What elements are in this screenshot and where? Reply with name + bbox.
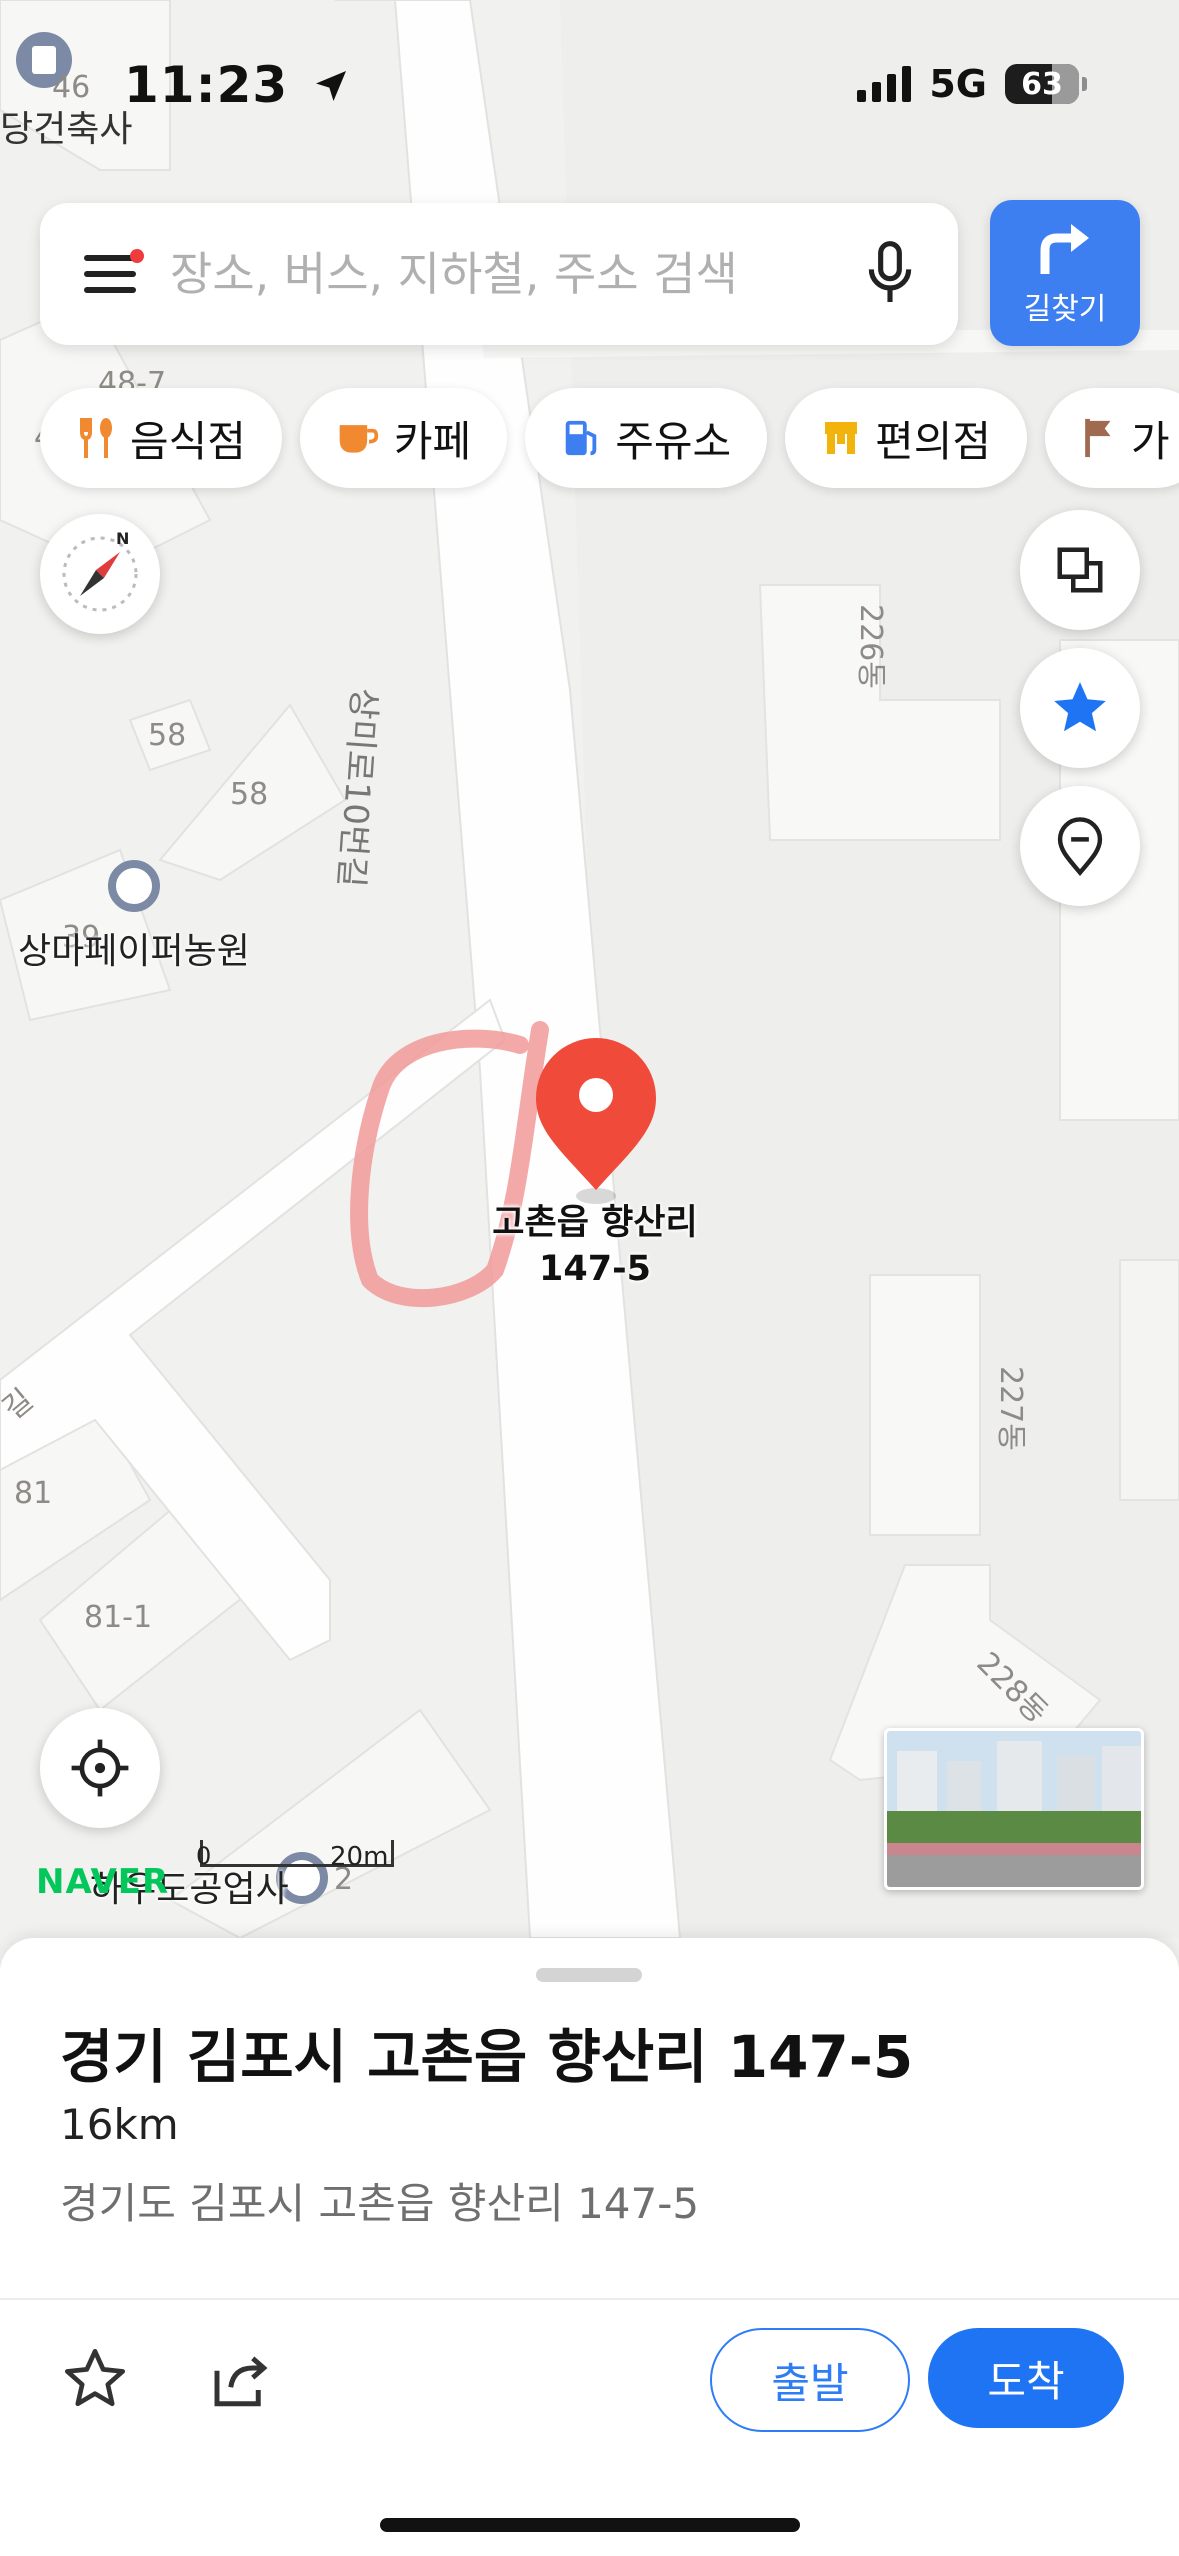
building-number: 226동 — [853, 604, 888, 689]
building-label: 당건축사 — [0, 109, 133, 150]
lot-number: 58 — [230, 777, 269, 812]
divider — [0, 2298, 1179, 2300]
lot-number: 81-1 — [84, 1600, 153, 1635]
current-location-button[interactable] — [40, 1708, 160, 1828]
chip-label: 카페 — [393, 416, 472, 466]
place-distance: 16km — [60, 2100, 179, 2149]
chip-label: 가 — [1131, 416, 1170, 466]
poi-label-farm[interactable]: 상마페이퍼농원 — [18, 922, 250, 974]
location-arrow-icon — [315, 71, 346, 101]
pin-label-line2: 147-5 — [539, 1249, 651, 1289]
compass-icon: N — [62, 529, 138, 612]
building-227 — [869, 1274, 981, 1536]
battery-icon: 63 — [1005, 64, 1087, 104]
battery-level: 63 — [1021, 66, 1063, 102]
share-button[interactable] — [206, 2346, 272, 2416]
place-address: 경기도 김포시 고촌읍 향산리 147-5 — [60, 2179, 700, 2228]
start-button[interactable]: 출발 — [710, 2328, 910, 2432]
place-marker-button[interactable] — [1020, 786, 1140, 906]
flag-icon — [1081, 417, 1117, 459]
sheet-drag-handle[interactable] — [536, 1968, 642, 1982]
directions-label: 길찾기 — [1023, 292, 1107, 327]
poi-marker-farm[interactable] — [108, 860, 160, 912]
star-icon — [1054, 682, 1106, 732]
place-title: 경기 김포시 고촌읍 향산리 147-5 — [60, 2023, 914, 2091]
arrive-button[interactable]: 도착 — [928, 2328, 1124, 2428]
favorites-button[interactable] — [1020, 648, 1140, 768]
search-input[interactable] — [168, 246, 812, 302]
location-pin-minus-icon — [1057, 817, 1103, 877]
signal-icon — [857, 66, 912, 102]
street-view-thumbnail[interactable] — [884, 1728, 1144, 1890]
store-icon — [821, 418, 861, 458]
save-star-button[interactable] — [60, 2344, 130, 2418]
scale-zero-label: 0 — [196, 1842, 212, 1870]
home-indicator[interactable] — [380, 2518, 800, 2532]
lot-number: 81 — [14, 1476, 53, 1511]
chip-label: 음식점 — [130, 416, 246, 466]
lot-number: 46 — [52, 70, 91, 105]
compass-button[interactable]: N — [40, 514, 160, 634]
star-outline-icon — [64, 2348, 126, 2407]
svg-text:N: N — [116, 529, 129, 548]
turn-right-arrow-icon — [1040, 224, 1089, 274]
share-icon — [214, 2356, 268, 2407]
building-right-lower — [1119, 1259, 1179, 1501]
chip-restaurant[interactable]: 음식점 — [40, 388, 282, 488]
naver-logo: NAVER — [36, 1862, 170, 1902]
building-number: 227동 — [993, 1366, 1028, 1451]
notification-dot — [130, 249, 144, 263]
pin-label-line1: 고촌읍 향산리 — [492, 1203, 698, 1243]
fuel-pump-icon — [561, 417, 601, 459]
coffee-cup-icon — [336, 418, 380, 458]
menu-icon[interactable] — [84, 249, 144, 297]
category-chips: 음식점 카페 주유소 편의점 가 — [40, 388, 1179, 488]
scale-distance-label: 20m — [330, 1842, 389, 1872]
chip-label: 주유소 — [615, 416, 732, 466]
chip-label: 편의점 — [875, 416, 992, 466]
microphone-icon[interactable] — [862, 239, 918, 309]
chip-convenience-store[interactable]: 편의점 — [785, 388, 1028, 488]
layers-icon — [1057, 547, 1103, 593]
chip-gas-station[interactable]: 주유소 — [525, 388, 768, 488]
fork-spoon-icon — [76, 416, 116, 460]
chip-cafe[interactable]: 카페 — [299, 388, 508, 488]
status-indicators: 5G 63 — [857, 62, 1087, 106]
pin-label[interactable]: 고촌읍 향산리 147-5 — [480, 1200, 710, 1292]
layers-button[interactable] — [1020, 510, 1140, 630]
directions-button[interactable]: 길찾기 — [990, 200, 1140, 346]
lot-number: 58 — [148, 718, 187, 753]
network-type: 5G — [929, 62, 987, 106]
search-bar[interactable] — [40, 203, 958, 345]
chip-more[interactable]: 가 — [1045, 388, 1179, 488]
status-time: 11:23 — [124, 56, 351, 114]
crosshair-icon — [71, 1739, 129, 1797]
